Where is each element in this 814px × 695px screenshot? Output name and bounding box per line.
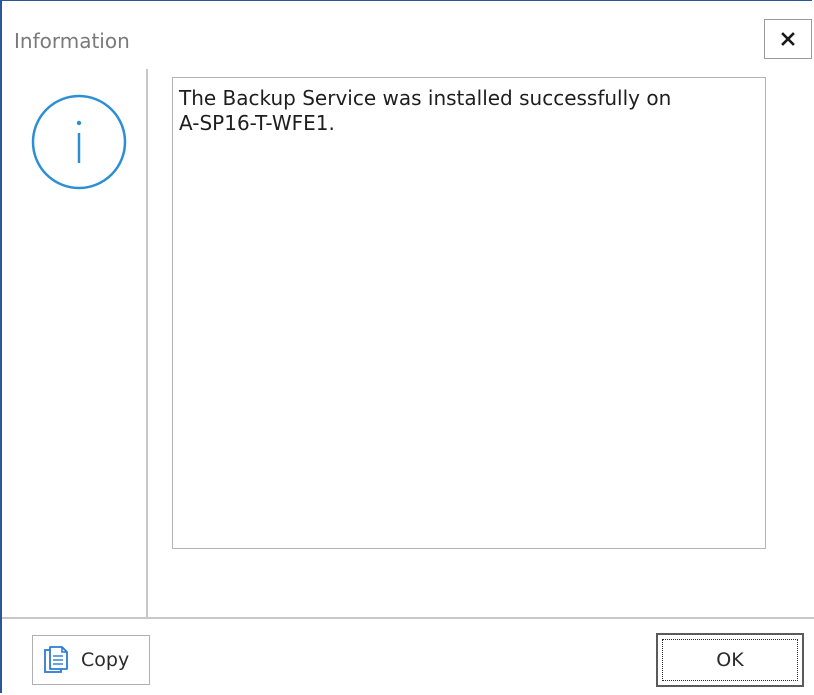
copy-document-icon xyxy=(44,646,68,673)
copy-button[interactable]: Copy xyxy=(32,635,150,685)
close-button[interactable] xyxy=(764,19,812,59)
message-text[interactable]: The Backup Service was installed success… xyxy=(172,77,766,549)
copy-button-label: Copy xyxy=(81,649,130,671)
ok-button-label: OK xyxy=(716,649,744,671)
ok-button[interactable]: OK xyxy=(656,633,804,687)
dialog-title: Information xyxy=(14,29,130,53)
info-circle-icon xyxy=(31,94,127,190)
title-bar: Information xyxy=(2,1,814,69)
close-icon xyxy=(781,32,795,46)
icon-pane xyxy=(2,69,148,617)
information-dialog: Information The Backup Service was insta… xyxy=(0,0,814,693)
footer-divider xyxy=(2,617,814,619)
